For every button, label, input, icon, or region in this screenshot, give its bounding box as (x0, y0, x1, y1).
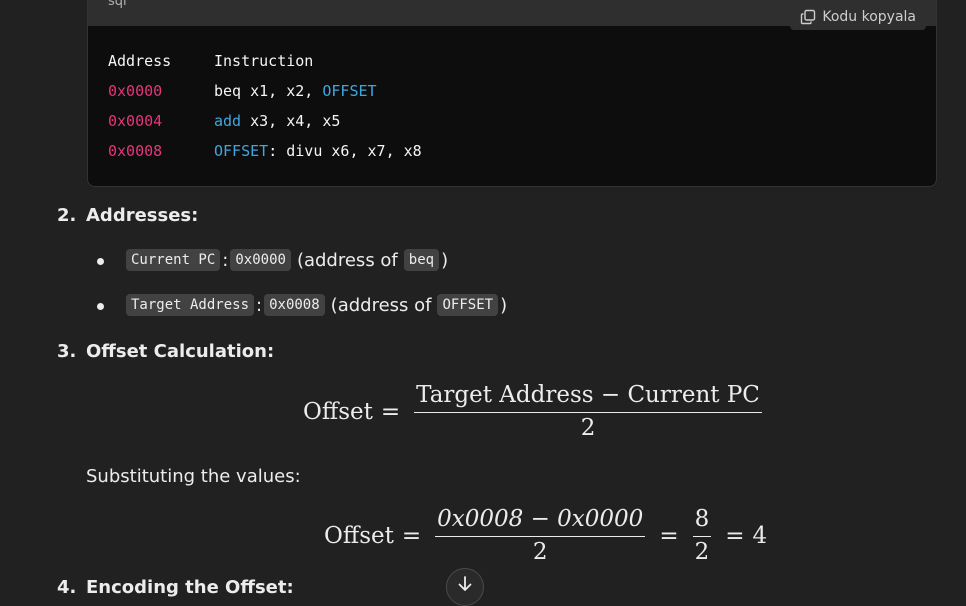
fraction-numerator: 8 (694, 506, 710, 532)
copy-code-label: Kodu kopyala (822, 9, 916, 25)
code-block-header: sql Kodu kopyala (88, 0, 936, 30)
inline-code: 0x0000 (230, 249, 291, 271)
code-language-label: sql (108, 0, 127, 9)
scroll-to-bottom-button[interactable] (446, 568, 484, 606)
code-row: 0x0000 beq x1, x2, OFFSET (108, 80, 422, 110)
step-heading-encoding: Encoding the Offset: (86, 577, 294, 598)
substituting-text: Substituting the values: (86, 466, 301, 487)
step-number: 2. (57, 205, 77, 226)
step-number: 4. (57, 577, 77, 598)
close-paren: ) (441, 249, 449, 271)
separator: : (222, 249, 229, 271)
bullet-text: (address of (296, 249, 398, 271)
code-instruction: add x3, x4, x5 (214, 112, 341, 130)
equals-sign: = (401, 522, 422, 549)
formula-offset-substitution: Offset = 0x0008 − 0x0000 2 = 8 2 = 4 (324, 506, 767, 565)
bullet-text: (address of (330, 294, 432, 316)
inline-code: Current PC (126, 249, 221, 271)
code-address: 0x0004 (108, 112, 163, 130)
address-column-header: Address (108, 52, 172, 70)
code-address: 0x0008 (108, 142, 163, 160)
code-block: sql Kodu kopyala Address Instruction 0x0… (87, 0, 937, 187)
code-row: 0x0008 OFFSET: divu x6, x7, x8 (108, 140, 422, 170)
fraction-denominator: 2 (532, 539, 548, 565)
code-row: 0x0004 add x3, x4, x5 (108, 110, 422, 140)
code-instruction: beq x1, x2, OFFSET (214, 82, 377, 100)
fraction: Target Address − Current PC 2 (414, 382, 762, 441)
formula-offset-definition: Offset = Target Address − Current PC 2 (303, 382, 768, 441)
formula-lhs: Offset (324, 522, 394, 549)
bullet-dot (97, 258, 104, 265)
fraction-denominator: 2 (580, 415, 596, 441)
close-paren: ) (500, 294, 508, 316)
copy-icon (801, 9, 816, 25)
inline-code: OFFSET (437, 294, 499, 316)
separator: : (256, 294, 263, 316)
inline-code: 0x0008 (264, 294, 325, 316)
equals-sign: = (659, 522, 679, 549)
code-address: 0x0000 (108, 82, 163, 100)
bullet-target-address: Target Address : 0x0008 (address of OFFS… (126, 294, 507, 316)
formula-result: 4 (752, 522, 768, 549)
inline-code: Target Address (126, 294, 255, 316)
fraction: 8 2 (692, 506, 712, 565)
step-number: 3. (57, 341, 77, 362)
step-heading-addresses: Addresses: (86, 205, 199, 226)
instruction-column-header: Instruction (214, 52, 314, 70)
code-instruction: OFFSET: divu x6, x7, x8 (214, 142, 422, 160)
fraction: 0x0008 − 0x0000 2 (435, 506, 646, 565)
formula-lhs: Offset (303, 398, 373, 425)
bullet-current-pc: Current PC : 0x0000 (address of beq ) (126, 249, 448, 271)
fraction-numerator: 0x0008 − 0x0000 (437, 506, 644, 532)
fraction-denominator: 2 (694, 539, 710, 565)
code-header-row: Address Instruction (108, 50, 422, 80)
fraction-numerator: Target Address − Current PC (416, 382, 760, 408)
inline-code: beq (403, 249, 440, 271)
equals-sign: = (725, 522, 745, 549)
step-heading-offset-calculation: Offset Calculation: (86, 341, 275, 362)
equals-sign: = (380, 398, 401, 425)
code-content: Address Instruction 0x0000 beq x1, x2, O… (108, 50, 422, 170)
bullet-dot (97, 303, 104, 310)
arrow-down-icon (458, 576, 472, 591)
copy-code-button[interactable]: Kodu kopyala (790, 4, 926, 30)
